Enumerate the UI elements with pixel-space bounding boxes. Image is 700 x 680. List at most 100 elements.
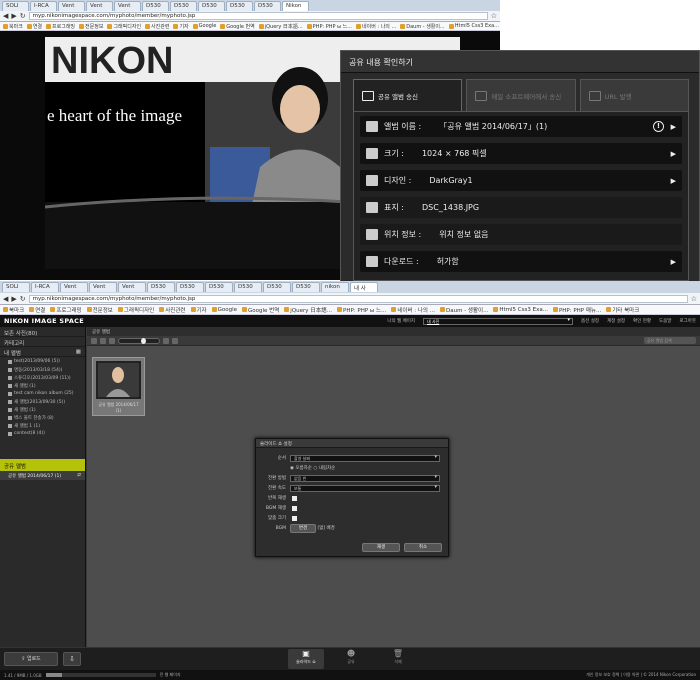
upload-button[interactable]: ⇪ 업로드 bbox=[4, 652, 58, 666]
browser-tab[interactable]: D530 bbox=[226, 1, 253, 11]
bookmark-item[interactable]: Google 번역 bbox=[242, 306, 279, 314]
bookmark-item[interactable]: Google bbox=[211, 307, 237, 313]
bgm-change-button[interactable]: 변경 bbox=[290, 523, 316, 533]
album-item[interactable]: 새 앨범 (1) bbox=[0, 381, 85, 389]
bookmark-item[interactable]: 연결 bbox=[29, 306, 45, 314]
album-item[interactable]: 새 앨범 1 (1) bbox=[0, 421, 85, 429]
forward-icon[interactable]: ▶ bbox=[11, 295, 16, 303]
album-item[interactable]: 스튜디오(2013/03/09 (11)) bbox=[0, 373, 85, 381]
zoom-out-icon[interactable] bbox=[109, 337, 115, 344]
album-item[interactable]: 벽스 울트 찬송가 (8) bbox=[0, 413, 85, 421]
bookmark-item[interactable]: Html5 Css3 Exa... bbox=[493, 307, 548, 313]
star-icon[interactable]: ☆ bbox=[491, 12, 497, 20]
nav-item[interactable]: 나의 웹 페이지 bbox=[387, 318, 415, 325]
chevron-right-icon[interactable]: ▶ bbox=[671, 150, 676, 158]
chevron-right-icon[interactable]: ▶ bbox=[671, 123, 676, 131]
play-button[interactable]: 재생 bbox=[362, 543, 400, 552]
bookmark-item[interactable]: 사진관련 bbox=[145, 23, 169, 30]
star-icon[interactable]: ☆ bbox=[691, 295, 697, 303]
bgm-play-checkbox[interactable] bbox=[292, 505, 297, 511]
browser-tab[interactable]: D530 bbox=[147, 282, 175, 292]
album-thumbnail[interactable]: 공유 앨범 2014/06/17 (1) bbox=[92, 357, 145, 416]
share-setting-row[interactable]: 앨범 이름 : 「공유 앨범 2014/06/17」(1)! ▶ bbox=[360, 116, 682, 137]
shared-album-item[interactable]: 공유 앨범 2014/06/17 (1) ⇄ bbox=[0, 471, 85, 480]
thumbnail-size-slider[interactable] bbox=[118, 337, 160, 344]
bookmark-item[interactable]: 북마크 bbox=[3, 306, 24, 314]
delete-button[interactable]: 🗑 삭제 bbox=[380, 649, 416, 669]
bookmark-item[interactable]: jQuery 日本語... bbox=[258, 23, 303, 30]
forward-icon[interactable]: ▶ bbox=[11, 12, 16, 20]
bookmark-item[interactable]: 그래픽디자인 bbox=[117, 306, 154, 314]
browser-tab[interactable]: D530 bbox=[205, 282, 233, 292]
reload-icon[interactable]: ↻ bbox=[20, 12, 26, 20]
bookmark-item[interactable]: 전문정보 bbox=[79, 23, 103, 30]
nav-item[interactable]: 도움말 bbox=[659, 318, 671, 325]
bookmark-item[interactable]: 프로그래밍 bbox=[46, 23, 75, 30]
browser-tab[interactable]: Vent bbox=[114, 1, 141, 11]
share-setting-row[interactable]: 다운로드 : 허가함 ▶ bbox=[360, 251, 682, 272]
browser-tab[interactable]: D530 bbox=[292, 282, 320, 292]
bookmark-item[interactable]: Daum - 생활이... bbox=[440, 306, 488, 314]
settings-icon[interactable] bbox=[172, 337, 178, 344]
bookmark-item[interactable]: PHP: PHP ы 느... bbox=[337, 306, 386, 314]
share-button[interactable]: ☻ 공유 bbox=[333, 649, 369, 669]
browser-tab[interactable]: Vent bbox=[86, 1, 113, 11]
album-item[interactable]: test cam nikon album (25) bbox=[0, 389, 85, 397]
bookmark-item[interactable]: Daum - 생활이... bbox=[400, 23, 445, 30]
browser-tab[interactable]: D530 bbox=[170, 1, 197, 11]
my-album-section[interactable]: 내 앨범 ▦ bbox=[0, 347, 85, 357]
browser-tab[interactable]: Vent bbox=[60, 282, 88, 292]
bookmark-item[interactable]: 사진관련 bbox=[159, 306, 186, 314]
web-page-link[interactable]: 전 웹 페이지 bbox=[160, 672, 181, 678]
chevron-right-icon[interactable]: ▶ bbox=[671, 258, 676, 266]
album-item[interactable]: contest(8 (4)) bbox=[0, 429, 85, 437]
nav-item[interactable]: 옵션 설정 bbox=[581, 318, 599, 325]
cancel-button[interactable]: 취소 bbox=[404, 543, 442, 552]
url-input[interactable]: myp.nikonimagespace.com/myphoto/member/m… bbox=[28, 12, 488, 20]
descending-radio[interactable]: ○ bbox=[313, 466, 317, 471]
bookmark-item[interactable]: Google 번역 bbox=[220, 23, 255, 30]
slideshow-button[interactable]: ▣ 슬라이드 쇼 bbox=[288, 649, 324, 669]
search-input[interactable]: 공유 앨범 검색 bbox=[644, 337, 696, 344]
browser-tab[interactable]: D530 bbox=[254, 1, 281, 11]
nav-item[interactable]: 계정 설정 bbox=[607, 318, 625, 325]
fit-size-checkbox[interactable] bbox=[292, 515, 297, 521]
browser-tab[interactable]: Nikon bbox=[282, 1, 309, 11]
grid-view-icon[interactable]: ▦ bbox=[76, 349, 81, 355]
share-icon[interactable]: ⇄ bbox=[77, 473, 81, 480]
saved-photos[interactable]: 보존 사진(80) bbox=[0, 327, 85, 337]
grid-icon[interactable] bbox=[91, 337, 97, 344]
footer-links[interactable]: 개인 정보 보호 정책 | 이용 약관 | © 2014 Nikon Corpo… bbox=[586, 672, 696, 678]
bookmark-item[interactable]: 기자 bbox=[190, 306, 207, 314]
album-item[interactable]: 새 앨범 (1) bbox=[0, 405, 85, 413]
album-item[interactable]: 새 앨범(2013/09/30 (5)) bbox=[0, 397, 85, 405]
bookmark-item[interactable]: 기타 북마크 bbox=[606, 306, 639, 314]
browser-tab[interactable]: I-RCA bbox=[30, 1, 57, 11]
bookmark-item[interactable]: Html5 Css3 Exa... bbox=[448, 23, 499, 29]
list-icon[interactable] bbox=[100, 337, 106, 344]
bookmark-item[interactable]: jQuery 日本語... bbox=[284, 306, 332, 314]
browser-tab[interactable]: D530 bbox=[263, 282, 291, 292]
browser-tab[interactable]: D530 bbox=[234, 282, 262, 292]
transition-select[interactable]: 없음 빈 bbox=[290, 474, 440, 482]
slider-handle[interactable] bbox=[141, 337, 146, 344]
browser-tab[interactable]: SOLI bbox=[2, 282, 30, 292]
speed-select[interactable]: 보통 bbox=[290, 484, 440, 492]
url-input[interactable]: myp.nikonimagespace.com/myphoto/member/m… bbox=[28, 294, 688, 303]
browser-tab[interactable]: nikon bbox=[321, 282, 349, 292]
bookmark-item[interactable]: Google bbox=[192, 23, 216, 29]
reload-icon[interactable]: ↻ bbox=[20, 295, 26, 303]
chevron-right-icon[interactable]: ▶ bbox=[671, 177, 676, 185]
bookmark-item[interactable]: 프로그래밍 bbox=[50, 306, 82, 314]
share-setting-row[interactable]: 디자인 : DarkGray1 ▶ bbox=[360, 170, 682, 191]
browser-tab[interactable]: Vent bbox=[89, 282, 117, 292]
share-tab[interactable]: 메일 소프트웨어에서 송신 bbox=[466, 79, 576, 111]
category-section[interactable]: 카테고리 bbox=[0, 337, 85, 347]
bookmark-item[interactable]: 네이버 : 나의 ... bbox=[356, 23, 396, 30]
bookmark-item[interactable]: 연결 bbox=[26, 23, 42, 30]
bookmark-item[interactable]: 네이버 : 나의 ... bbox=[391, 306, 435, 314]
back-icon[interactable]: ◀ bbox=[3, 295, 8, 303]
browser-tab[interactable]: I-RCA bbox=[31, 282, 59, 292]
bookmark-item[interactable]: 그래픽디자인 bbox=[107, 23, 141, 30]
browser-tab[interactable]: Vent bbox=[118, 282, 146, 292]
